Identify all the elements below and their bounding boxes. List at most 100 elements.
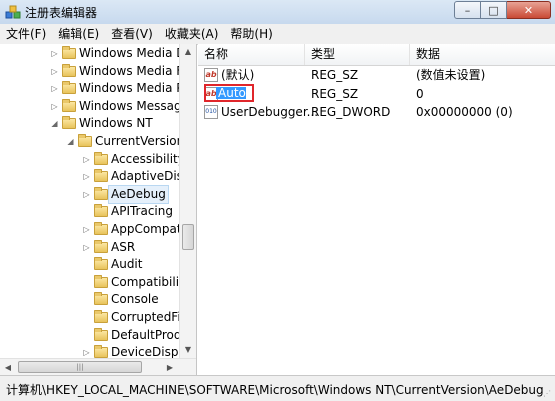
minimize-button[interactable]: – — [454, 1, 481, 19]
scroll-thumb[interactable] — [182, 224, 194, 250]
menu-help[interactable]: 帮助(H) — [224, 24, 278, 44]
tree-item-label: Windows Media De — [79, 46, 193, 60]
expand-arrow-icon — [82, 313, 91, 322]
tree-item[interactable]: ◢ Windows NT — [50, 115, 153, 132]
menu-favorites[interactable]: 收藏夹(A) — [159, 24, 225, 44]
list-header: 名称 类型 数据 — [198, 44, 555, 66]
title-bar: 注册表编辑器 – □ ✕ — [0, 0, 555, 25]
scroll-right-arrow-icon[interactable]: ▶ — [162, 359, 178, 376]
rename-input[interactable]: Auto — [216, 86, 246, 99]
folder-icon — [94, 327, 108, 341]
column-header-data[interactable]: 数据 — [410, 44, 555, 65]
tree-item[interactable]: ▷ Windows Media Fou — [50, 63, 196, 80]
tree-item[interactable]: DefaultProdu — [82, 327, 189, 344]
close-button[interactable]: ✕ — [507, 1, 551, 19]
column-header-name[interactable]: 名称 — [198, 44, 305, 65]
tree-item-label: ASR — [111, 239, 136, 254]
value-row[interactable]: 010 UserDebugger... REG_DWORD 0x00000000 (0… — [198, 103, 555, 121]
value-name-cell[interactable]: 010 UserDebugger... — [198, 103, 318, 121]
folder-icon — [94, 222, 108, 235]
tree-item[interactable]: ▷ Accessibility — [82, 151, 185, 168]
expand-arrow-icon[interactable]: ▷ — [82, 243, 91, 252]
scroll-up-arrow-icon[interactable]: ▲ — [180, 44, 196, 60]
folder-icon — [94, 204, 108, 218]
tree-item[interactable]: Console — [82, 291, 159, 308]
expand-arrow-icon[interactable]: ▷ — [50, 84, 59, 93]
tree-vertical-scrollbar[interactable]: ▲ ▼ — [179, 44, 196, 358]
tree-item-label: Accessibility — [111, 151, 185, 166]
folder-icon — [94, 239, 108, 253]
folder-icon — [94, 186, 108, 200]
menu-bar: 文件(F) 编辑(E) 查看(V) 收藏夹(A) 帮助(H) — [0, 24, 555, 45]
tree-item-label: Windows NT — [79, 116, 153, 131]
expand-arrow-icon[interactable]: ▷ — [50, 102, 59, 111]
value-type: REG_SZ — [311, 86, 359, 101]
folder-icon — [94, 345, 108, 359]
expand-arrow-icon[interactable]: ▷ — [50, 49, 59, 58]
expand-arrow-icon[interactable]: ▷ — [82, 190, 91, 199]
column-header-type[interactable]: 类型 — [305, 44, 410, 65]
tree-item-label: AeDebug — [108, 184, 169, 204]
value-name-cell[interactable]: ab Auto — [198, 83, 305, 103]
tree-item[interactable]: CorruptedFile — [82, 309, 191, 326]
values-list: 名称 类型 数据 ab (默认) REG_SZ (数值未设置) ab Auto REG_SZ… — [198, 44, 555, 375]
value-data: 0x00000000 (0) — [416, 105, 513, 119]
folder-icon — [78, 134, 92, 147]
expand-arrow-icon — [82, 260, 91, 269]
value-type: REG_DWORD — [311, 105, 391, 119]
tree-item[interactable]: ▷ AeDebug — [82, 184, 169, 204]
tree-item[interactable]: APITracing — [82, 203, 173, 220]
expand-arrow-icon[interactable]: ▷ — [82, 155, 91, 164]
scroll-left-arrow-icon[interactable]: ◀ — [0, 359, 16, 376]
tree-item-label: Console — [111, 292, 159, 307]
string-value-icon: ab — [204, 68, 218, 82]
dword-value-icon: 010 — [204, 105, 218, 119]
expand-arrow-icon[interactable]: ▷ — [82, 348, 91, 357]
menu-edit[interactable]: 编辑(E) — [52, 24, 105, 44]
value-row[interactable]: ab Auto REG_SZ 0 — [198, 83, 555, 103]
folder-icon — [62, 98, 76, 112]
expand-arrow-icon — [82, 295, 91, 304]
maximize-button[interactable]: □ — [481, 1, 507, 19]
collapse-arrow-icon[interactable]: ◢ — [66, 137, 75, 146]
tree-item-label: Windows Media Pla — [79, 81, 195, 96]
menu-view[interactable]: 查看(V) — [105, 24, 159, 44]
folder-icon — [94, 274, 108, 288]
value-data: (数值未设置) — [416, 68, 486, 82]
hscroll-thumb[interactable]: ||| — [18, 361, 142, 373]
scroll-down-arrow-icon[interactable]: ▼ — [180, 342, 196, 358]
expand-arrow-icon[interactable]: ▷ — [82, 172, 91, 181]
window-title: 注册表编辑器 — [25, 6, 98, 20]
menu-file[interactable]: 文件(F) — [0, 24, 52, 44]
tree-item[interactable]: ▷ Windows Messaging — [50, 98, 196, 115]
value-name: (默认) — [221, 68, 255, 82]
tree-item-label: Audit — [111, 257, 143, 272]
resize-grip-icon[interactable]: ⋰ — [543, 389, 553, 399]
folder-icon — [62, 46, 76, 59]
tree-item[interactable]: ▷ AdaptiveDisp — [82, 168, 191, 185]
registry-tree[interactable]: ▷ Windows Media De ▷ Windows Media Fou ▷ Wind… — [0, 44, 197, 375]
tree-horizontal-scrollbar[interactable]: ◀ ||| ▶ — [0, 358, 196, 376]
collapse-arrow-icon[interactable]: ◢ — [50, 119, 59, 128]
value-name: UserDebugger... — [221, 105, 319, 119]
tree-item[interactable]: ▷ ASR — [82, 239, 135, 256]
status-path: 计算机\HKEY_LOCAL_MACHINE\SOFTWARE\Microsof… — [6, 383, 544, 397]
expand-arrow-icon[interactable]: ▷ — [82, 225, 91, 234]
value-row[interactable]: ab (默认) REG_SZ (数值未设置) — [198, 66, 555, 84]
folder-icon — [94, 151, 108, 165]
tree-item[interactable]: ▷ Windows Media De — [50, 45, 193, 62]
expand-arrow-icon[interactable]: ▷ — [50, 67, 59, 76]
value-name-cell[interactable]: ab (默认) — [198, 66, 305, 84]
tree-item-label: AppCompatF — [111, 222, 189, 236]
tree-item-label: DefaultProdu — [111, 327, 190, 342]
tree-item-label: APITracing — [111, 204, 173, 219]
folder-icon — [94, 257, 108, 271]
tree-item[interactable]: ◢ CurrentVersion — [66, 133, 184, 150]
expand-arrow-icon — [82, 207, 91, 216]
tree-item[interactable]: Compatibility — [82, 274, 191, 291]
tree-item[interactable]: Audit — [82, 256, 142, 273]
folder-icon — [62, 81, 76, 95]
tree-item[interactable]: ▷ Windows Media Pla — [50, 80, 194, 97]
tree-item[interactable]: ▷ AppCompatF — [82, 221, 188, 238]
folder-icon — [94, 292, 108, 306]
